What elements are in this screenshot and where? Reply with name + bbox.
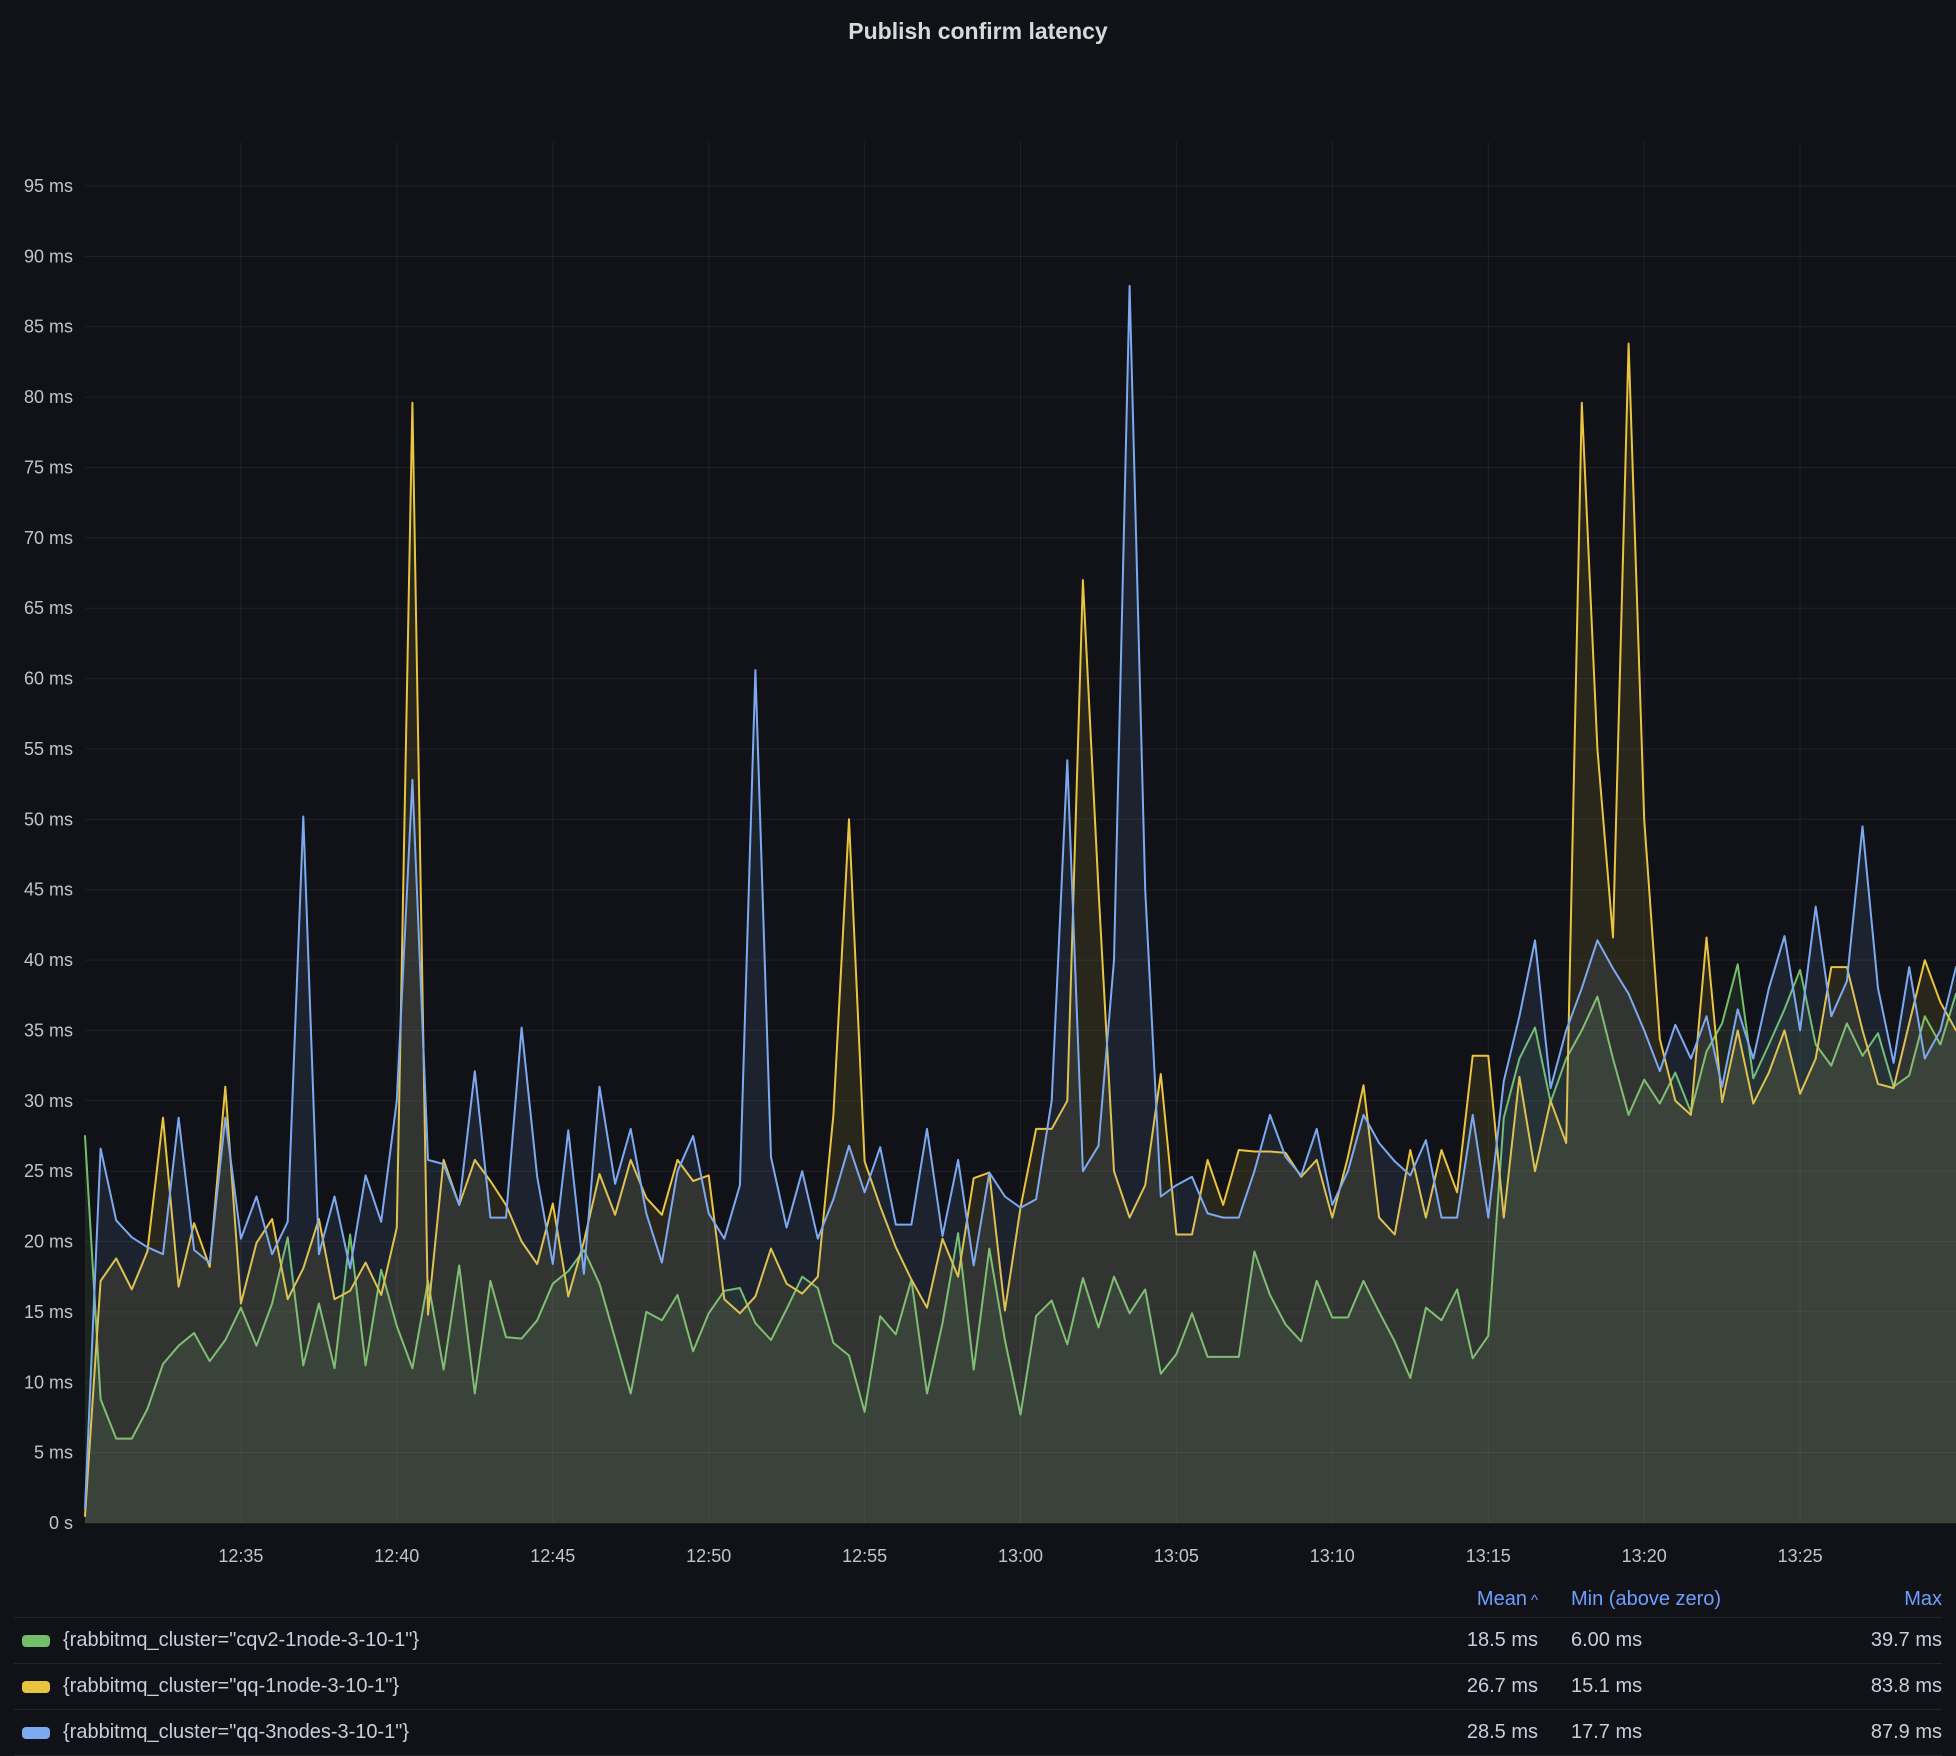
x-axis-tick-label: 13:05 — [1154, 1546, 1199, 1566]
y-axis-tick-label: 20 ms — [24, 1232, 73, 1252]
series-color-swatch-qq3[interactable] — [22, 1727, 50, 1739]
legend-label-col: {rabbitmq_cluster="qq-1node-3-10-1"} — [14, 1675, 1398, 1698]
series-label-cqv2[interactable]: {rabbitmq_cluster="cqv2-1node-3-10-1"} — [63, 1629, 419, 1652]
legend-stat-mean-qq3: 28.5 ms — [1398, 1721, 1538, 1744]
sort-ascending-icon: ^ — [1531, 1592, 1538, 1609]
y-axis-tick-label: 0 s — [49, 1513, 73, 1533]
panel: Publish confirm latency 0 s 5 ms 10 ms 15 m… — [0, 0, 1956, 1718]
legend-stat-min-qq3: 17.7 ms — [1538, 1721, 1772, 1744]
x-axis-tick-label: 12:55 — [842, 1546, 887, 1566]
legend-stat-mean-cqv2: 18.5 ms — [1398, 1629, 1538, 1652]
legend-stat-max-cqv2: 39.7 ms — [1772, 1629, 1942, 1652]
series-label-qq3[interactable]: {rabbitmq_cluster="qq-3nodes-3-10-1"} — [63, 1721, 409, 1744]
series-color-swatch-qq1[interactable] — [22, 1681, 50, 1693]
latency-chart[interactable]: 0 s 5 ms 10 ms 15 ms 20 ms 25 ms 30 ms 35 ms 40 … — [0, 46, 1956, 1582]
y-axis-tick-label: 5 ms — [34, 1443, 73, 1463]
y-axis-labels: 0 s 5 ms 10 ms 15 ms 20 ms 25 ms 30 ms 35 ms 40 … — [24, 176, 73, 1533]
y-axis-tick-label: 15 ms — [24, 1302, 73, 1322]
y-axis-tick-label: 10 ms — [24, 1372, 73, 1392]
legend-stat-max-qq1: 83.8 ms — [1772, 1675, 1942, 1698]
y-axis-tick-label: 95 ms — [24, 176, 73, 196]
legend-header-mean-label: Mean — [1477, 1588, 1527, 1610]
y-axis-tick-label: 65 ms — [24, 598, 73, 618]
legend-row-qq1: {rabbitmq_cluster="qq-1node-3-10-1"} 26.7… — [14, 1663, 1942, 1709]
legend-rows: {rabbitmq_cluster="cqv2-1node-3-10-1"} 18… — [14, 1617, 1942, 1756]
legend-header-max[interactable]: Max — [1772, 1588, 1942, 1611]
legend: Mean^ Min (above zero) Max {rabbitmq_clu… — [0, 1582, 1956, 1756]
x-axis-tick-label: 13:25 — [1778, 1546, 1823, 1566]
legend-label-col: {rabbitmq_cluster="cqv2-1node-3-10-1"} — [14, 1629, 1398, 1652]
y-axis-tick-label: 40 ms — [24, 950, 73, 970]
legend-header: Mean^ Min (above zero) Max — [14, 1582, 1942, 1617]
series-label-qq1[interactable]: {rabbitmq_cluster="qq-1node-3-10-1"} — [63, 1675, 399, 1698]
series-color-swatch-cqv2[interactable] — [22, 1635, 50, 1647]
legend-stat-min-cqv2: 6.00 ms — [1538, 1629, 1772, 1652]
legend-stat-mean-qq1: 26.7 ms — [1398, 1675, 1538, 1698]
y-axis-tick-label: 70 ms — [24, 528, 73, 548]
legend-stat-max-qq3: 87.9 ms — [1772, 1721, 1942, 1744]
y-axis-tick-label: 25 ms — [24, 1161, 73, 1181]
y-axis-tick-label: 30 ms — [24, 1091, 73, 1111]
x-axis-tick-label: 12:50 — [686, 1546, 731, 1566]
y-axis-tick-label: 50 ms — [24, 809, 73, 829]
y-axis-tick-label: 35 ms — [24, 1020, 73, 1040]
y-axis-tick-label: 80 ms — [24, 387, 73, 407]
y-axis-tick-label: 60 ms — [24, 669, 73, 689]
legend-row-qq3: {rabbitmq_cluster="qq-3nodes-3-10-1"} 28.… — [14, 1709, 1942, 1756]
y-axis-tick-label: 55 ms — [24, 739, 73, 759]
x-axis-labels: 12:35 12:40 12:45 12:50 12:55 13:00 13:05 13:10… — [218, 1546, 1822, 1566]
x-axis-tick-label: 13:00 — [998, 1546, 1043, 1566]
y-axis-tick-label: 90 ms — [24, 246, 73, 266]
y-axis-tick-label: 45 ms — [24, 880, 73, 900]
x-axis-tick-label: 13:10 — [1310, 1546, 1355, 1566]
x-axis-tick-label: 13:15 — [1466, 1546, 1511, 1566]
legend-label-col: {rabbitmq_cluster="qq-3nodes-3-10-1"} — [14, 1721, 1398, 1744]
x-axis-tick-label: 13:20 — [1622, 1546, 1667, 1566]
legend-sort-mean[interactable]: Mean^ — [1398, 1588, 1538, 1611]
legend-header-min[interactable]: Min (above zero) — [1538, 1588, 1772, 1611]
legend-row-cqv2: {rabbitmq_cluster="cqv2-1node-3-10-1"} 18… — [14, 1617, 1942, 1663]
panel-title[interactable]: Publish confirm latency — [0, 0, 1956, 46]
x-axis-tick-label: 12:35 — [218, 1546, 263, 1566]
legend-stat-min-qq1: 15.1 ms — [1538, 1675, 1772, 1698]
y-axis-tick-label: 85 ms — [24, 317, 73, 337]
x-axis-tick-label: 12:40 — [374, 1546, 419, 1566]
x-axis-tick-label: 12:45 — [530, 1546, 575, 1566]
y-axis-tick-label: 75 ms — [24, 458, 73, 478]
